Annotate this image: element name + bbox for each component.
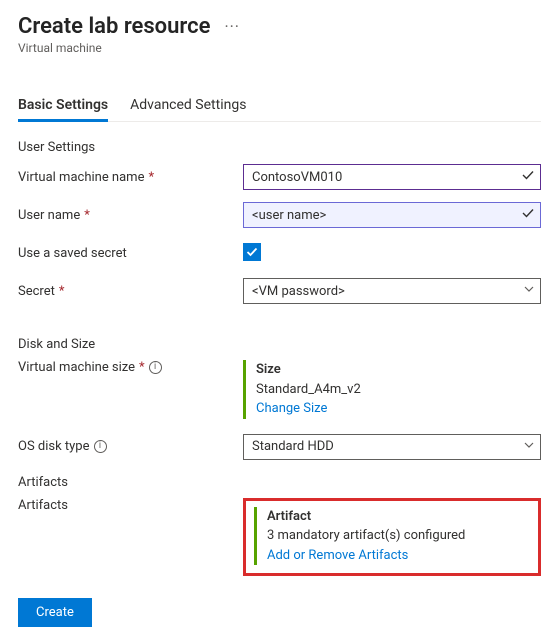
page-subtitle: Virtual machine — [18, 41, 541, 55]
add-remove-artifacts-link[interactable]: Add or Remove Artifacts — [267, 546, 465, 566]
tab-advanced-settings[interactable]: Advanced Settings — [130, 91, 246, 121]
info-icon[interactable]: i — [94, 440, 107, 453]
section-artifacts: Artifacts — [18, 475, 541, 490]
page-title: Create lab resource — [18, 14, 210, 39]
info-icon[interactable]: i — [149, 361, 162, 374]
change-size-link[interactable]: Change Size — [256, 399, 361, 419]
more-actions-icon[interactable]: ··· — [224, 17, 240, 36]
artifacts-heading: Artifact — [267, 507, 465, 527]
vm-name-input[interactable] — [243, 164, 541, 190]
vm-name-label: Virtual machine name* — [18, 170, 243, 185]
artifacts-label: Artifacts — [18, 498, 243, 513]
tabs: Basic Settings Advanced Settings — [18, 91, 541, 122]
artifacts-summary: 3 mandatory artifact(s) configured — [267, 526, 465, 546]
artifacts-highlight-box: Artifact 3 mandatory artifact(s) configu… — [243, 498, 541, 577]
os-disk-label: OS disk type i — [18, 439, 243, 454]
vm-size-heading: Size — [256, 360, 361, 380]
user-name-input[interactable] — [243, 202, 541, 228]
section-user-settings: User Settings — [18, 140, 541, 155]
vm-size-label: Virtual machine size* i — [18, 360, 243, 375]
saved-secret-checkbox[interactable] — [243, 243, 261, 261]
vm-size-value: Standard_A4m_v2 — [256, 380, 361, 400]
secret-input[interactable] — [243, 278, 541, 304]
user-name-label: User name* — [18, 208, 243, 223]
section-disk-and-size: Disk and Size — [18, 337, 541, 352]
accent-bar — [254, 507, 257, 566]
os-disk-select[interactable] — [243, 434, 541, 460]
saved-secret-label: Use a saved secret — [18, 246, 243, 261]
secret-label: Secret* — [18, 284, 243, 299]
accent-bar — [243, 360, 246, 419]
create-button[interactable]: Create — [18, 598, 92, 627]
tab-basic-settings[interactable]: Basic Settings — [18, 91, 108, 121]
